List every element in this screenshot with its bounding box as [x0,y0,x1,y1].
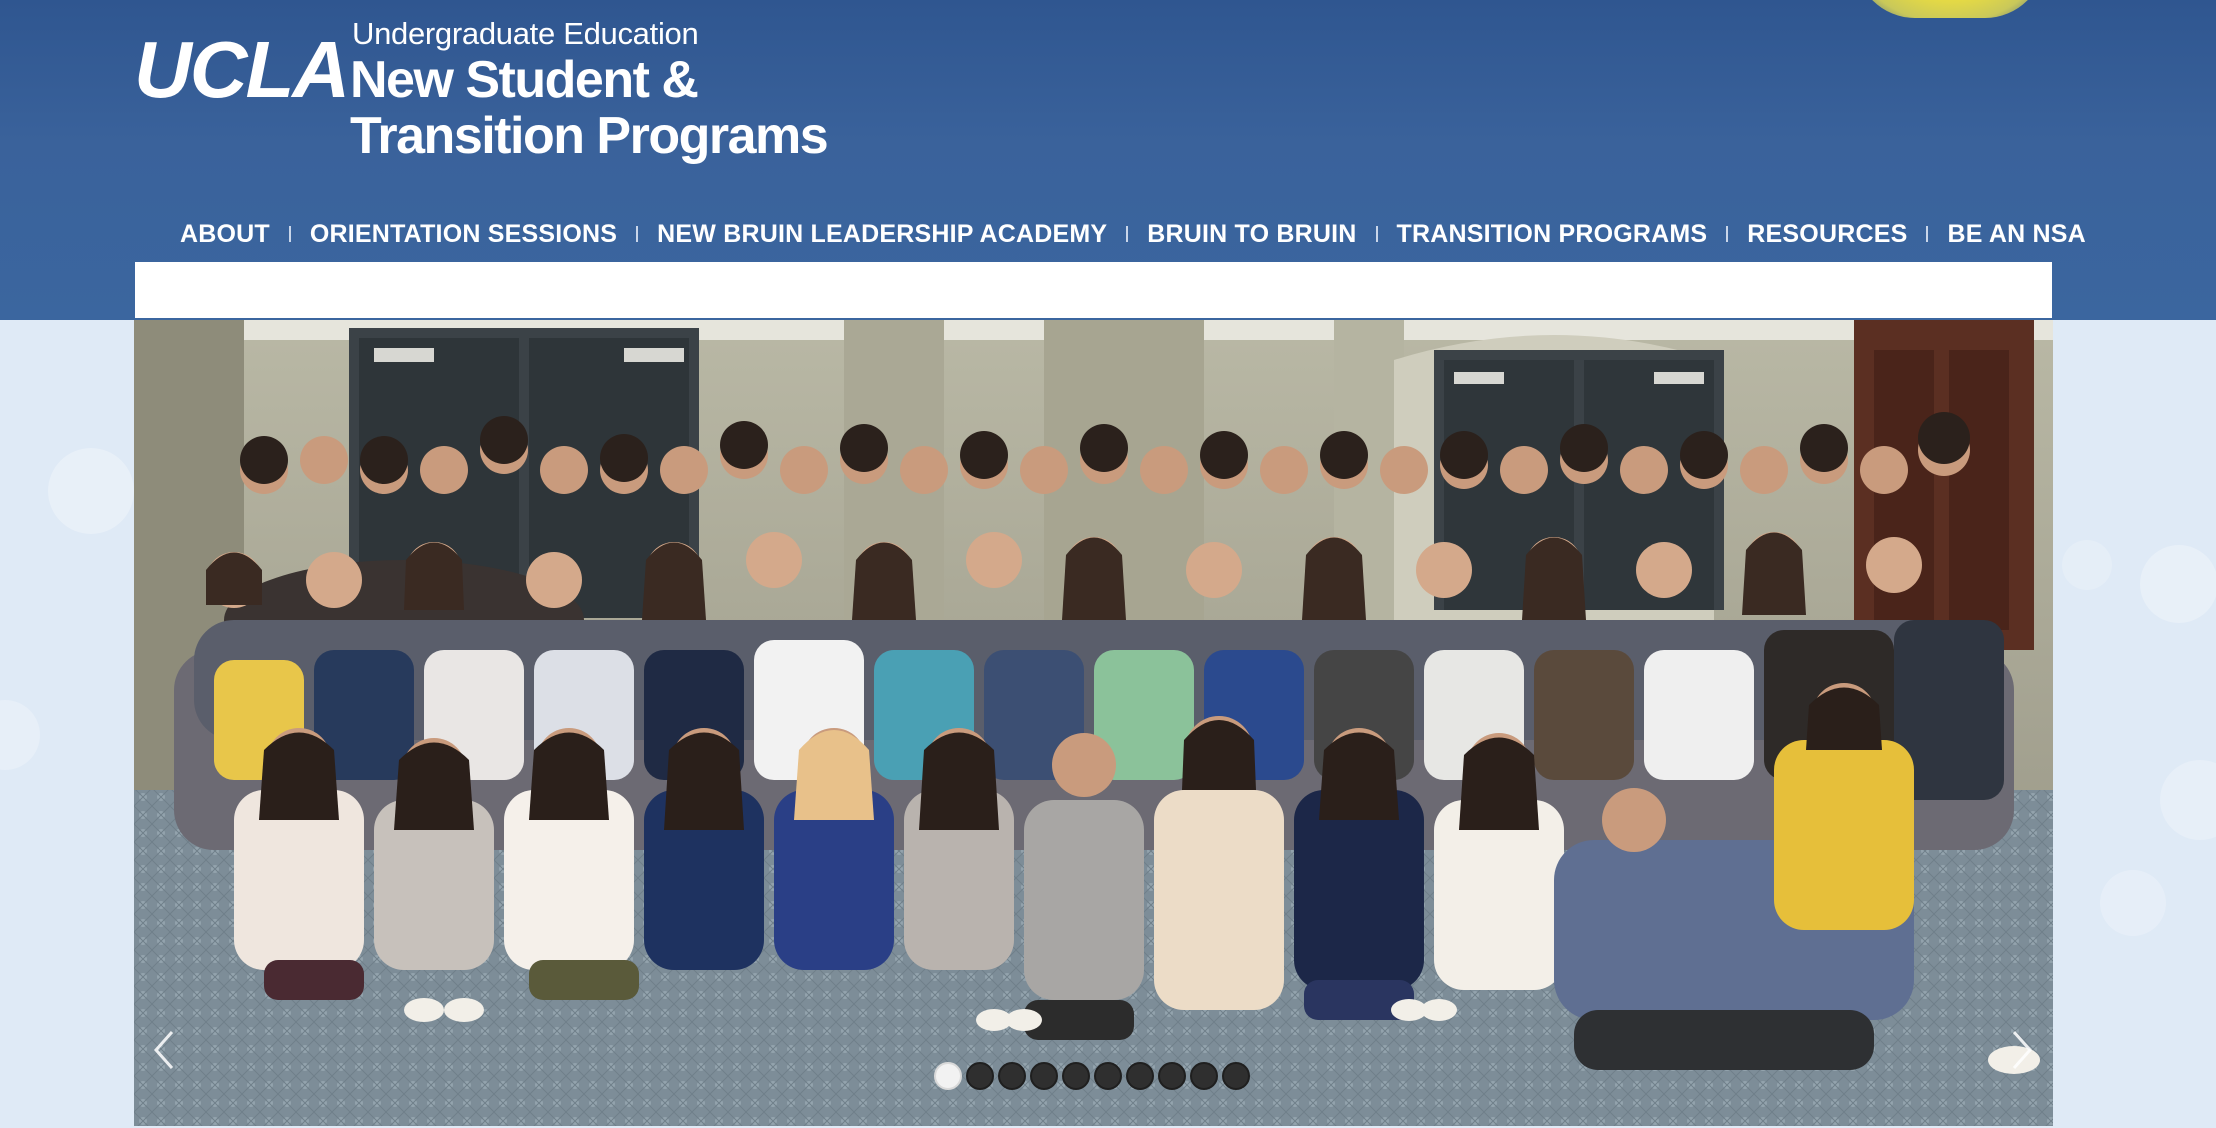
slide-dot-7[interactable] [1126,1062,1154,1090]
site-header: UCLA Undergraduate Education New Student… [0,0,2216,320]
header-white-strip [135,262,2052,318]
logo-title-line-2: Transition Programs [350,107,829,165]
slide-dot-9[interactable] [1190,1062,1218,1090]
slide-dot-1[interactable] [934,1062,962,1090]
nav-item-be-an-nsa[interactable]: BE AN NSA [1947,220,2085,249]
nav-item-new-bruin-leadership-academy[interactable]: NEW BRUIN LEADERSHIP ACADEMY [657,220,1107,249]
slide-dot-4[interactable] [1030,1062,1058,1090]
background-bokeh [48,448,134,534]
nav-divider [636,226,639,242]
nav-item-orientation-sessions[interactable]: ORIENTATION SESSIONS [310,220,617,249]
slide-dot-2[interactable] [966,1062,994,1090]
logo-wordmark: UCLA [134,25,350,114]
background-bokeh [2160,760,2216,840]
slideshow-pagination [934,1062,1250,1090]
nav-item-about[interactable]: ABOUT [180,220,270,249]
nav-item-resources[interactable]: RESOURCES [1747,220,1907,249]
slide-dot-6[interactable] [1094,1062,1122,1090]
slideshow-prev-button[interactable] [144,1020,184,1080]
decorative-glow [1855,0,2045,18]
nav-divider [1375,226,1378,242]
slide-dot-5[interactable] [1062,1062,1090,1090]
nav-divider [1926,226,1929,242]
background-bokeh [0,700,40,770]
logo-title-line-1: New Student & [350,51,699,109]
background-bokeh [2062,540,2112,590]
slideshow-group-photo [134,320,2053,1126]
slide-dot-10[interactable] [1222,1062,1250,1090]
slideshow-next-button[interactable] [2002,1020,2042,1080]
slide-dot-3[interactable] [998,1062,1026,1090]
main-navigation: ABOUT ORIENTATION SESSIONS NEW BRUIN LEA… [180,214,2086,254]
logo-title: New Student & Transition Programs [350,51,829,165]
nav-item-transition-programs[interactable]: TRANSITION PROGRAMS [1397,220,1708,249]
background-bokeh [2140,545,2216,623]
chevron-right-icon [2012,1031,2033,1069]
photo-slideshow [134,320,2053,1126]
logo-subtitle: Undergraduate Education [352,16,699,51]
nav-divider [1126,226,1129,242]
nav-divider [1726,226,1729,242]
chevron-left-icon [153,1031,174,1069]
slide-dot-8[interactable] [1158,1062,1186,1090]
nav-divider [288,226,291,242]
nav-item-bruin-to-bruin[interactable]: BRUIN TO BRUIN [1147,220,1356,249]
background-bokeh [2100,870,2166,936]
